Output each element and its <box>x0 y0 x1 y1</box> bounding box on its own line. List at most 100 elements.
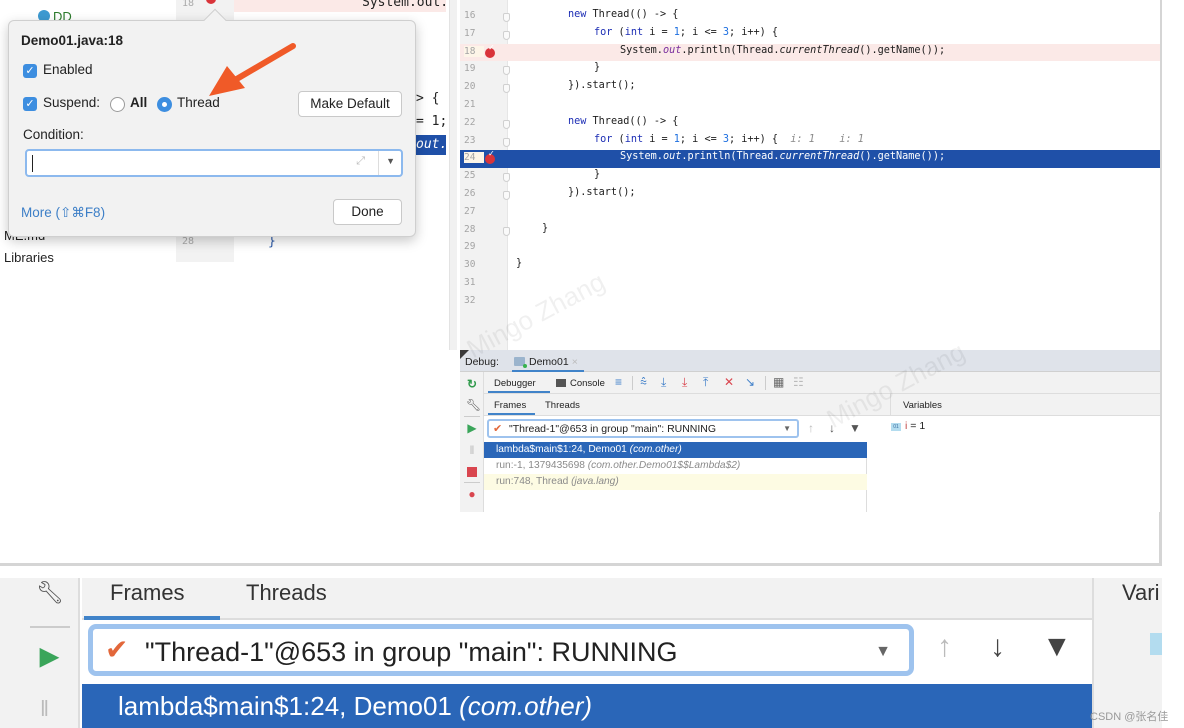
fold-marker-icon[interactable] <box>503 119 510 129</box>
step-over-icon[interactable]: ⤓ <box>661 376 666 388</box>
code-line[interactable]: 17 for (int i = 1; i <= 3; i++) { <box>460 26 1160 44</box>
show-execution-point-icon[interactable]: ⩯ <box>640 376 647 388</box>
editor-scrollbar[interactable] <box>449 0 457 350</box>
rerun-icon[interactable]: ↻ <box>466 378 478 390</box>
suspend-thread-radio[interactable] <box>157 97 172 112</box>
debug-title-bar: Debug: Demo01 × <box>460 350 1160 372</box>
breakpoint-icon[interactable] <box>485 43 495 58</box>
frame-row[interactable]: lambda$main$1:24, Demo01 (com.other) <box>484 442 867 458</box>
fold-marker-icon[interactable] <box>503 173 510 183</box>
fold-marker-icon[interactable] <box>503 66 510 76</box>
next-frame-icon[interactable]: ↓ <box>990 630 1005 664</box>
code-text: } <box>594 62 601 74</box>
resume-program-icon[interactable]: ▶ <box>40 642 58 671</box>
suspend-all-radio[interactable] <box>110 97 125 112</box>
fold-marker-icon[interactable] <box>503 30 510 40</box>
make-default-button[interactable]: Make Default <box>298 91 402 117</box>
tab-frames[interactable]: Frames <box>110 580 185 606</box>
fold-marker-icon[interactable] <box>503 191 510 200</box>
popup-title: Demo01.java:18 <box>21 33 124 48</box>
fold-marker-icon[interactable] <box>503 84 510 94</box>
code-line[interactable]: 16 new Thread(() -> { <box>460 8 1160 26</box>
tree-item-libraries[interactable]: Libraries <box>4 250 54 265</box>
code-line[interactable]: 25} <box>460 168 1160 186</box>
history-dropdown-icon[interactable]: ▼ <box>386 156 395 166</box>
code-line[interactable]: 21 <box>460 97 1160 115</box>
line-number: 30 <box>464 259 476 271</box>
tab-frames[interactable]: Frames <box>494 400 526 411</box>
settings-wrench-icon[interactable]: 🔧︎ <box>466 399 481 411</box>
code-line[interactable]: 23 for (int i = 1; i <= 3; i++) { i: 1 i:… <box>460 133 1160 151</box>
tab-threads[interactable]: Threads <box>545 400 580 411</box>
frame-row[interactable]: run:-1, 1379435698 (com.other.Demo01$$La… <box>484 458 867 474</box>
filter-icon[interactable]: ▼ <box>1042 630 1072 664</box>
filter-icon[interactable]: ▼ <box>849 421 861 435</box>
enabled-checkbox[interactable]: ✓ <box>23 64 37 78</box>
active-tab-indicator <box>488 413 535 415</box>
suspend-label[interactable]: Suspend: <box>43 95 100 110</box>
code-line[interactable]: 26}).start(); <box>460 186 1160 204</box>
code-line[interactable]: 22 new Thread(() -> { <box>460 115 1160 133</box>
code-line[interactable]: 24 System.out.println(Thread.currentThrea… <box>460 149 1160 169</box>
stop-icon[interactable] <box>466 466 478 478</box>
step-into-icon[interactable]: ⤓ <box>682 376 687 388</box>
run-to-cursor-icon[interactable]: ↘ <box>745 376 755 388</box>
close-tab-icon[interactable]: × <box>572 356 578 368</box>
next-frame-icon[interactable]: ↓ <box>829 421 835 435</box>
frame-row[interactable]: run:748, Thread (java.lang) <box>484 474 867 490</box>
expand-icon[interactable]: ⤢ <box>356 155 365 168</box>
variable-row[interactable]: 01 i = 1 <box>891 420 925 432</box>
code-line[interactable]: 31 <box>460 275 1160 293</box>
int-type-icon <box>1150 633 1162 655</box>
code-line[interactable]: 29 <box>460 239 1160 257</box>
code-line[interactable]: 27 <box>460 204 1160 222</box>
condition-label: Condition: <box>23 127 84 142</box>
code-line[interactable]: 30} <box>460 257 1160 275</box>
code-line[interactable]: 18 System.out.println(Thread.currentThrea… <box>460 43 1160 62</box>
breakpoint-icon[interactable] <box>206 0 216 4</box>
previous-frame-icon[interactable]: ↑ <box>937 630 952 664</box>
done-button[interactable]: Done <box>333 199 402 225</box>
annotation-arrow-icon <box>209 43 296 96</box>
code-line[interactable]: 32 <box>460 293 1160 311</box>
code-line[interactable]: 19} <box>460 61 1160 79</box>
pause-program-icon[interactable]: ‖ <box>466 444 478 456</box>
previous-frame-icon[interactable]: ↑ <box>808 421 814 435</box>
code-text: for (int i = 1; i <= 3; i++) { <box>594 26 779 38</box>
code-line[interactable]: 28} <box>460 222 1160 240</box>
breakpoint-icon[interactable] <box>485 149 495 165</box>
trace-icon[interactable]: ☷ <box>793 376 804 388</box>
thread-selector-dropdown[interactable]: ✔ "Thread-1"@653 in group "main": RUNNIN… <box>487 419 799 438</box>
code-fragment: out. <box>416 137 448 152</box>
evaluate-expression-icon[interactable]: ▦ <box>773 376 784 388</box>
suspend-all-label[interactable]: All <box>130 95 147 110</box>
fold-marker-icon[interactable] <box>503 137 510 147</box>
line-number: 16 <box>464 10 476 21</box>
condition-input[interactable]: ⤢ ▼ <box>25 149 403 177</box>
view-breakpoints-icon[interactable]: ● <box>466 488 478 500</box>
frames-header: Frames Threads <box>82 578 1092 620</box>
code-line[interactable]: 20}).start(); <box>460 79 1160 97</box>
suspend-checkbox[interactable]: ✓ <box>23 97 37 111</box>
code-editor[interactable]: 16 new Thread(() -> {17 for (int i = 1; i … <box>460 0 1160 350</box>
layout-menu-icon[interactable]: ≡ <box>615 376 622 388</box>
tab-threads[interactable]: Threads <box>246 580 327 606</box>
tab-console[interactable]: Console <box>556 378 605 389</box>
thread-selector-value: "Thread-1"@653 in group "main": RUNNING <box>509 423 717 435</box>
step-out-icon[interactable]: ⤒ <box>703 376 708 388</box>
line-number: 32 <box>464 294 476 306</box>
more-link[interactable]: More (⇧⌘F8) <box>21 205 105 221</box>
pause-program-icon[interactable]: ‖ <box>40 696 49 722</box>
thread-selector-dropdown[interactable]: ✔ "Thread-1"@653 in group "main": RUNNIN… <box>88 624 914 676</box>
code-text: System.out.println(Thread.currentThread(… <box>620 151 946 163</box>
tab-debugger[interactable]: Debugger <box>494 378 536 389</box>
drop-frame-icon[interactable]: ✕ <box>724 376 734 388</box>
enabled-label[interactable]: Enabled <box>43 62 93 77</box>
fold-marker-icon[interactable] <box>503 13 510 22</box>
fold-marker-icon[interactable] <box>503 226 510 236</box>
code-text: }).start(); <box>568 187 636 198</box>
frame-row[interactable]: lambda$main$1:24, Demo01 (com.other) <box>82 684 1092 728</box>
session-tab-demo01[interactable]: Demo01 × <box>514 356 578 368</box>
resume-program-icon[interactable]: ▶ <box>466 422 478 434</box>
settings-wrench-icon[interactable]: 🔧︎ <box>36 580 64 606</box>
